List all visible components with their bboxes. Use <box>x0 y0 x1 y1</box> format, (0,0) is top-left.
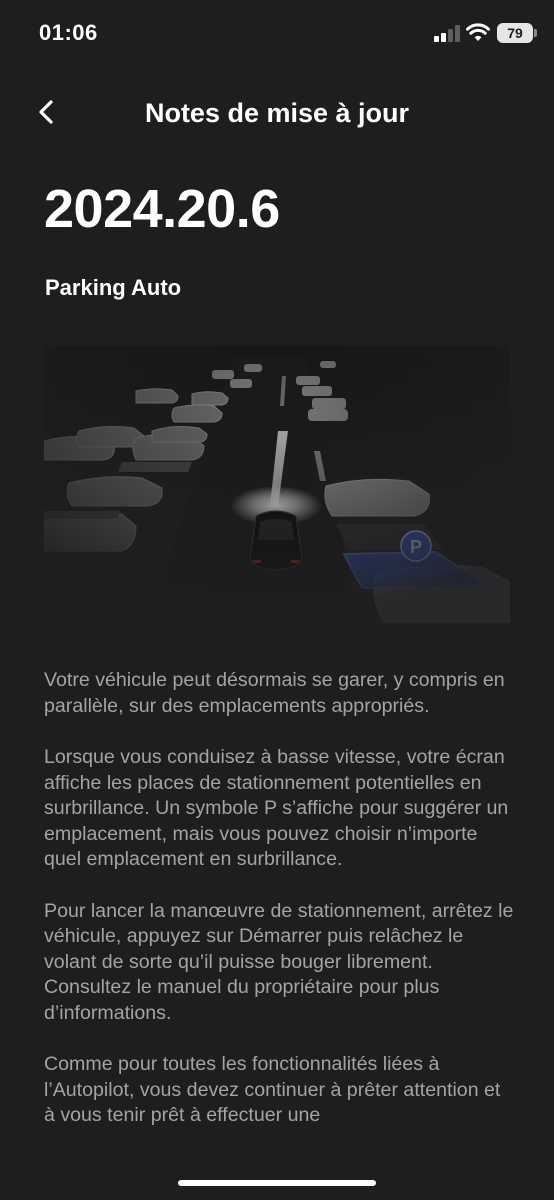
note-paragraph: Votre véhicule peut désormais se garer, … <box>44 669 505 717</box>
battery-indicator: 79 <box>497 23 537 43</box>
note-paragraph: Pour lancer la manœuvre de stationnement… <box>44 899 514 1024</box>
note-paragraph: Comme pour toutes les fonctionnalités li… <box>44 1053 501 1126</box>
home-indicator[interactable] <box>178 1180 376 1186</box>
battery-nub <box>534 29 537 37</box>
nav-bar: Notes de mise à jour <box>0 80 554 148</box>
page-title: Notes de mise à jour <box>144 98 410 128</box>
auto-park-illustration: P <box>44 346 510 638</box>
cellular-signal-icon <box>434 25 460 42</box>
release-version: 2024.20.6 <box>44 179 280 239</box>
release-notes: Votre véhicule peut désormais se garer, … <box>44 668 514 1155</box>
note-paragraph: Lorsque vous conduisez à basse vitesse, … <box>44 746 509 870</box>
status-bar: 01:06 79 <box>0 0 554 68</box>
battery-level: 79 <box>507 25 523 41</box>
wifi-icon <box>466 23 490 41</box>
feature-title: Parking Auto <box>45 275 182 300</box>
feature-illustration: P <box>44 346 510 638</box>
status-time: 01:06 <box>39 20 98 45</box>
